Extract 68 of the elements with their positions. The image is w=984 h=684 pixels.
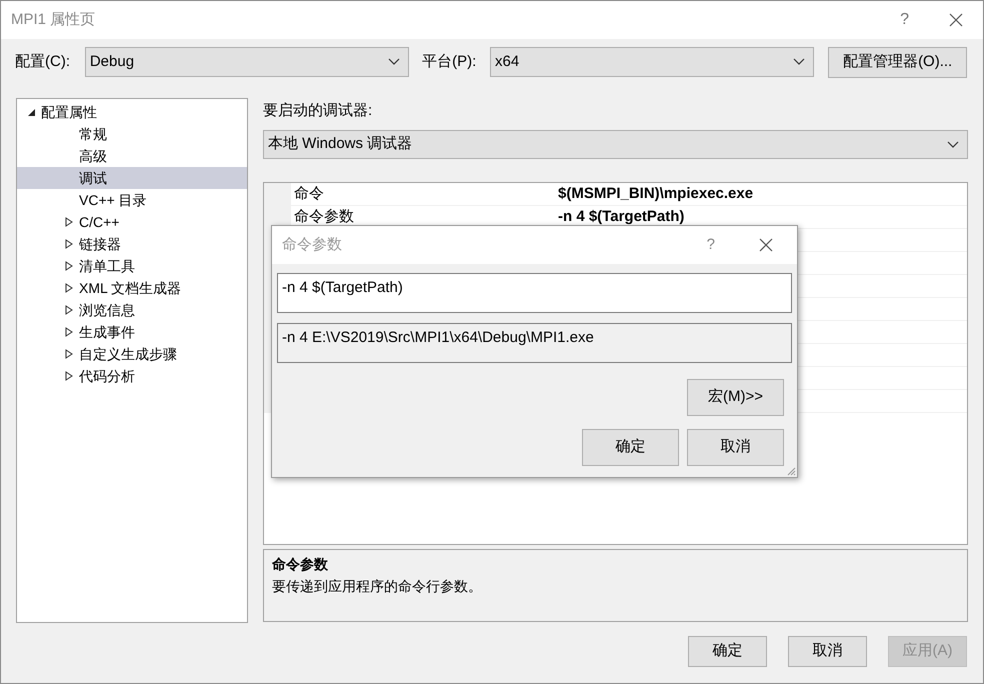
tree-label: 常规 [79,124,107,144]
tree-label: 生成事件 [79,322,135,342]
tree-item[interactable]: 代码分析 [17,365,247,387]
dialog-button[interactable]: 确定 [582,429,679,466]
tree-label: C/C++ [79,212,120,232]
platform-label: 平台(P): [422,52,478,72]
tree-item[interactable]: XML 文档生成器 [17,277,247,299]
combo-value: x64 [495,52,520,72]
debugger-dropdown[interactable]: 本地 Windows 调试器 [263,130,968,159]
tree-label: VC++ 目录 [79,190,147,210]
property-value[interactable]: -n 4 $(TargetPath) [558,206,967,228]
dropdown-caret-icon [947,140,959,148]
tree-label: 调试 [79,168,107,188]
help-button[interactable]: ? [706,234,715,256]
tree-label: 配置属性 [41,102,97,122]
description-title: 命令参数 [272,555,329,574]
tree-label: 链接器 [79,234,121,254]
tree-item[interactable]: 高级 [17,145,247,167]
tree-item[interactable]: 生成事件 [17,321,247,343]
config-manager-button[interactable]: 配置管理器(O)... [828,46,967,78]
property-value[interactable]: $(MSMPI_BIN)\mpiexec.exe [558,183,967,205]
description-text: 要传递到应用程序的命令行参数。 [272,577,483,596]
resize-grip-icon[interactable] [786,466,796,476]
tree-label: 高级 [79,146,107,166]
tree-label: 自定义生成步骤 [79,344,177,364]
dropdown-caret-icon [388,58,400,66]
collapsed-triangle-icon[interactable] [65,261,73,271]
tree-label: 浏览信息 [79,300,135,320]
close-icon[interactable] [759,238,773,252]
platform-dropdown[interactable]: x64 [490,47,814,77]
collapsed-triangle-icon[interactable] [65,239,73,249]
collapsed-triangle-icon[interactable] [65,371,73,381]
tree-item[interactable]: 链接器 [17,233,247,255]
help-button[interactable]: ? [900,8,909,32]
tree-item[interactable]: 调试 [17,167,247,189]
collapsed-triangle-icon[interactable] [65,305,73,315]
tree-item[interactable]: 配置属性 [17,101,247,123]
dialog-button[interactable]: 取消 [687,429,784,466]
argument-field[interactable]: -n 4 $(TargetPath) [277,273,792,313]
config-label: 配置(C): [15,52,71,72]
tree-label: XML 文档生成器 [79,278,182,298]
collapsed-triangle-icon[interactable] [65,327,73,337]
tree-item[interactable]: 清单工具 [17,255,247,277]
tree-item[interactable]: 自定义生成步骤 [17,343,247,365]
dialog-button[interactable]: 取消 [788,636,867,667]
evaluated-field: -n 4 E:\VS2019\Src\MPI1\x64\Debug\MPI1.exe [277,323,792,363]
property-name[interactable]: 命令参数 [291,206,558,228]
collapsed-triangle-icon[interactable] [65,349,73,359]
close-icon[interactable] [949,13,963,27]
tree-label: 清单工具 [79,256,135,276]
tree-item[interactable]: 常规 [17,123,247,145]
debugger-label: 要启动的调试器: [263,101,374,121]
dialog-title: 命令参数 [282,234,342,255]
tree-item[interactable]: C/C++ [17,211,247,233]
dialog-button[interactable]: 确定 [688,636,767,667]
tree-item[interactable]: 浏览信息 [17,299,247,321]
tree-label: 代码分析 [79,366,135,386]
dropdown-caret-icon [793,58,806,66]
collapsed-triangle-icon[interactable] [65,217,73,227]
property-name[interactable]: 命令 [291,183,558,205]
collapsed-triangle-icon[interactable] [65,283,73,293]
combo-value: 本地 Windows 调试器 [268,134,412,154]
config-dropdown[interactable]: Debug [84,47,410,77]
tree-item[interactable]: VC++ 目录 [17,189,247,211]
macros-button[interactable]: 宏(M)>> [687,379,784,416]
expanded-triangle-icon[interactable] [26,108,36,116]
window-title: MPI1 属性页 [11,10,96,30]
combo-value: Debug [90,52,134,72]
